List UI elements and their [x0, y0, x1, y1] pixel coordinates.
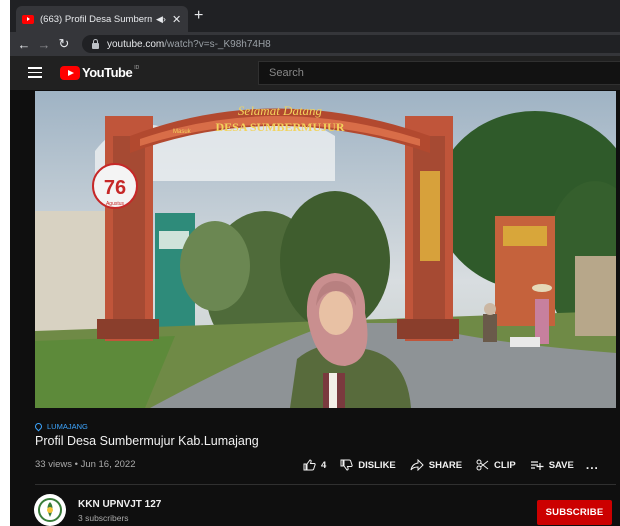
divider	[35, 484, 616, 485]
video-title: Profil Desa Sumbermujur Kab.Lumajang	[35, 434, 259, 448]
youtube-header: YouTube ID Search	[10, 56, 620, 90]
thumbs-down-icon	[340, 459, 353, 471]
tab-audio-icon[interactable]: ◀›	[156, 14, 168, 25]
search-input[interactable]: Search	[258, 61, 620, 85]
channel-logo-icon	[38, 498, 62, 522]
dislike-button[interactable]: DISLIKE	[340, 459, 396, 471]
location-pin-icon	[33, 421, 44, 432]
back-button[interactable]: ←	[14, 37, 34, 52]
tab-title: (663) Profil Desa Sumbermujur	[40, 13, 152, 25]
like-count: 4	[321, 459, 327, 471]
channel-avatar[interactable]	[34, 494, 66, 526]
hamburger-menu-icon[interactable]	[28, 67, 42, 78]
scissors-icon	[476, 459, 489, 471]
browser-window: (663) Profil Desa Sumbermujur ◀› ✕ + ← →…	[10, 0, 620, 526]
location-tag[interactable]: LUMAJANG	[33, 421, 88, 432]
share-label: SHARE	[428, 459, 463, 471]
url-host: youtube.com	[107, 38, 165, 50]
video-actions: 4 DISLIKE SHARE CLIP SAVE ...	[303, 456, 599, 474]
emblem-subtext: Agustus	[106, 201, 125, 207]
browser-toolbar: ← → ↻ youtube.com/watch?v=s-_K98h74H8	[10, 32, 620, 56]
save-button[interactable]: SAVE	[530, 459, 574, 471]
dislike-label: DISLIKE	[358, 459, 396, 471]
region-code: ID	[134, 64, 140, 71]
search-placeholder: Search	[269, 67, 304, 79]
video-player[interactable]: Selamat Datang DESA SUMBERMUJUR Masuk 76…	[35, 91, 616, 408]
reload-button[interactable]: ↻	[54, 36, 74, 52]
forward-button[interactable]: →	[34, 37, 54, 52]
clip-button[interactable]: CLIP	[476, 459, 516, 471]
save-label: SAVE	[548, 459, 574, 471]
subscriber-count: 3 subscribers	[78, 513, 129, 523]
subscribe-button[interactable]: SUBSCRIBE	[537, 500, 612, 525]
location-label: LUMAJANG	[47, 422, 88, 431]
like-button[interactable]: 4	[303, 459, 326, 471]
gate-village-text: DESA SUMBERMUJUR	[215, 120, 344, 134]
emblem-number: 76	[104, 177, 126, 199]
youtube-logo-text: YouTube	[82, 65, 133, 80]
gate-entry-text: Masuk	[173, 129, 192, 135]
url-path: /watch?v=s-_K98h74H8	[164, 38, 271, 50]
channel-name[interactable]: KKN UPNVJT 127	[78, 499, 161, 510]
gate-welcome-text: Selamat Datang	[238, 103, 323, 118]
youtube-logo[interactable]: YouTube ID	[60, 65, 139, 80]
video-meta: 33 views • Jun 16, 2022	[35, 459, 136, 470]
youtube-play-icon	[60, 65, 80, 80]
tab-strip: (663) Profil Desa Sumbermujur ◀› ✕ +	[10, 0, 620, 32]
tab-close-icon[interactable]: ✕	[172, 13, 181, 26]
video-frame-image: Selamat Datang DESA SUMBERMUJUR Masuk 76…	[35, 91, 616, 408]
address-bar[interactable]: youtube.com/watch?v=s-_K98h74H8	[82, 35, 620, 53]
thumbs-up-icon	[303, 459, 316, 471]
clip-label: CLIP	[494, 459, 516, 471]
share-button[interactable]: SHARE	[410, 459, 462, 471]
new-tab-button[interactable]: +	[194, 7, 203, 25]
share-arrow-icon	[410, 459, 424, 471]
tab-youtube[interactable]: (663) Profil Desa Sumbermujur ◀› ✕	[16, 6, 188, 32]
more-actions-button[interactable]: ...	[586, 458, 599, 472]
youtube-favicon-icon	[22, 14, 34, 24]
lock-icon[interactable]	[92, 38, 99, 49]
playlist-add-icon	[530, 461, 544, 470]
